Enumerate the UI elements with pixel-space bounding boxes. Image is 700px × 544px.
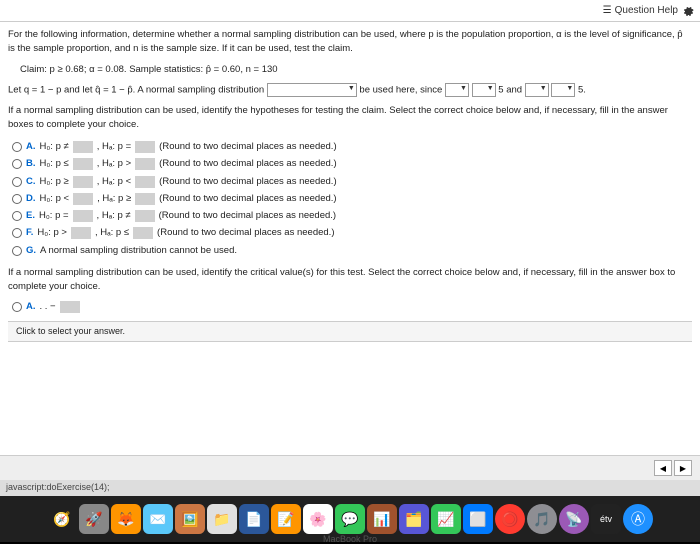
macbook-label: MacBook Pro [323,534,377,544]
input-f1[interactable] [71,227,91,239]
option-a[interactable]: A.H₀: p ≠, Hₐ: p =(Round to two decimal … [12,140,692,154]
radio-g[interactable] [12,246,22,256]
claim-text: Claim: p ≥ 0.68; α = 0.08. Sample statis… [20,63,692,77]
nav-footer: ◀ ▶ [0,455,700,480]
critical-value-instructions: If a normal sampling distribution can be… [8,266,692,295]
input-a2[interactable] [135,141,155,153]
intro-text: For the following information, determine… [8,28,692,57]
app-icon-1[interactable]: 📊 [367,504,397,534]
option-f[interactable]: F.H₀: p >, Hₐ: p ≤(Round to two decimal … [12,226,692,240]
app-icon-3[interactable]: ⬜ [463,504,493,534]
pages-icon[interactable]: 📝 [271,504,301,534]
option-g[interactable]: G.A normal sampling distribution cannot … [12,244,692,258]
radio-f[interactable] [12,228,22,238]
click-prompt: Click to select your answer. [8,321,692,343]
messages-icon[interactable]: 💬 [335,504,365,534]
list-icon: ☰ [603,5,612,16]
gear-icon[interactable] [682,5,694,17]
radio-a[interactable] [12,142,22,152]
firefox-icon[interactable]: 🦊 [111,504,141,534]
safari-icon[interactable]: 🧭 [47,504,77,534]
prev-button[interactable]: ◀ [654,460,672,476]
cond2-op-dropdown[interactable] [551,83,575,97]
input-c1[interactable] [73,176,93,188]
question-body: For the following information, determine… [0,22,700,348]
input-b2[interactable] [135,158,155,170]
input-b1[interactable] [73,158,93,170]
cond1-op-dropdown[interactable] [472,83,496,97]
tv-icon[interactable]: étv [591,504,621,534]
option-c[interactable]: C.H₀: p ≥, Hₐ: p <(Round to two decimal … [12,175,692,189]
cond1-dropdown[interactable] [445,83,469,97]
question-help-button[interactable]: ☰ Question Help [603,5,678,16]
radio-d[interactable] [12,194,22,204]
radio-cv-a[interactable] [12,302,22,312]
distribution-line: Let q = 1 − p and let q̂ = 1 − p̂. A nor… [8,83,692,98]
cond2-dropdown[interactable] [525,83,549,97]
radio-e[interactable] [12,211,22,221]
browser-status-bar: javascript:doExercise(14); [0,480,700,496]
input-a1[interactable] [73,141,93,153]
photos-icon[interactable]: 🌸 [303,504,333,534]
hypothesis-instructions: If a normal sampling distribution can be… [8,104,692,133]
answer-options: A.H₀: p ≠, Hₐ: p =(Round to two decimal … [12,140,692,258]
question-help-label: Question Help [615,5,678,16]
appstore-icon[interactable]: Ⓐ [623,504,653,534]
music-icon[interactable]: 🎵 [527,504,557,534]
radio-c[interactable] [12,177,22,187]
option-b[interactable]: B.H₀: p ≤, Hₐ: p >(Round to two decimal … [12,157,692,171]
preview-icon[interactable]: 🖼️ [175,504,205,534]
finder-icon[interactable]: 📁 [207,504,237,534]
podcast-icon[interactable]: 📡 [559,504,589,534]
word-icon[interactable]: 📄 [239,504,269,534]
input-d1[interactable] [73,193,93,205]
input-e2[interactable] [135,210,155,222]
input-f2[interactable] [133,227,153,239]
input-c2[interactable] [135,176,155,188]
can-cannot-dropdown[interactable] [267,83,357,97]
app-icon-2[interactable]: 🗂️ [399,504,429,534]
numbers-icon[interactable]: 📈 [431,504,461,534]
radio-b[interactable] [12,159,22,169]
option-d[interactable]: D.H₀: p <, Hₐ: p ≥(Round to two decimal … [12,192,692,206]
option-cv-a[interactable]: A.. . − [8,300,692,314]
input-cv[interactable] [60,301,80,313]
launchpad-icon[interactable]: 🚀 [79,504,109,534]
next-button[interactable]: ▶ [674,460,692,476]
input-d2[interactable] [135,193,155,205]
top-toolbar: ☰ Question Help [0,0,700,22]
input-e1[interactable] [73,210,93,222]
option-e[interactable]: E.H₀: p =, Hₐ: p ≠(Round to two decimal … [12,209,692,223]
mail-icon[interactable]: ✉️ [143,504,173,534]
red-app-icon[interactable]: ⭕ [495,504,525,534]
